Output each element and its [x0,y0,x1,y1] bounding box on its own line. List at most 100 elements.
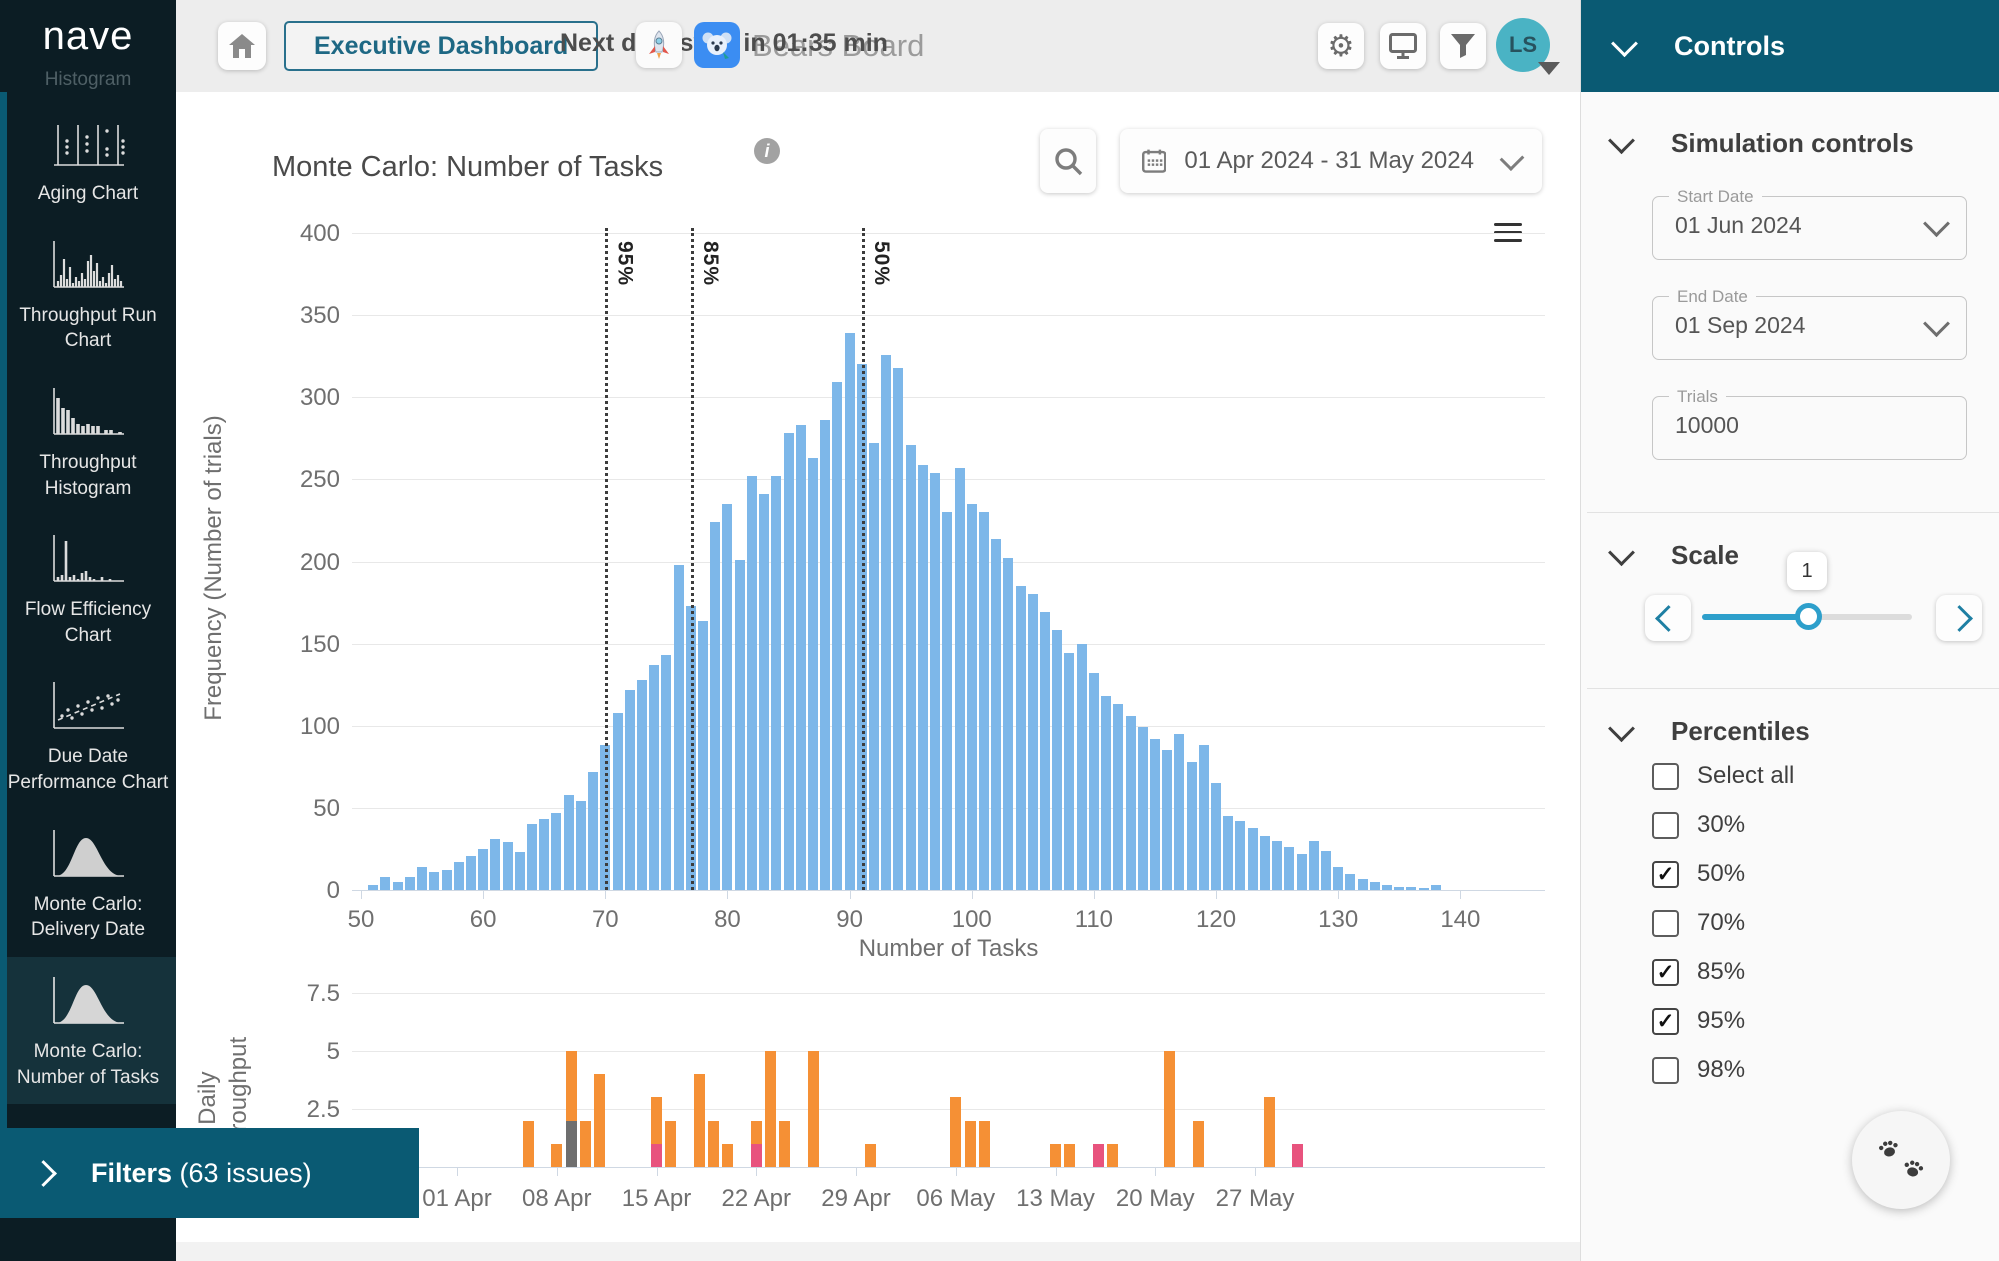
histogram-bar[interactable] [722,504,732,890]
histogram-bar[interactable] [979,512,989,890]
histogram-bar[interactable] [551,813,561,890]
throughput-bar-segment[interactable] [665,1121,676,1167]
throughput-bar-segment[interactable] [1264,1097,1275,1167]
histogram-bar[interactable] [967,504,977,890]
percentile-row-95[interactable]: ✓95% [1652,1007,1745,1035]
histogram-bar[interactable] [759,494,769,890]
throughput-bar-segment[interactable] [551,1144,562,1167]
throughput-bar-segment[interactable] [779,1121,790,1167]
checkbox-icon[interactable] [1652,1057,1679,1084]
sidebar-item-monte-carlo-number-of-tasks[interactable]: Monte Carlo: Number of Tasks [0,957,176,1104]
histogram-bar[interactable] [1016,586,1026,890]
histogram-bar[interactable] [466,856,476,890]
throughput-bar-segment[interactable] [566,1121,577,1167]
throughput-bar-segment[interactable] [865,1144,876,1167]
histogram-bar[interactable] [503,842,513,890]
executive-dashboard-button[interactable]: Executive Dashboard [284,21,598,71]
histogram-bar[interactable] [1406,887,1416,890]
histogram-bar[interactable] [1272,841,1282,890]
throughput-bar-segment[interactable] [1292,1144,1303,1167]
histogram-bar[interactable] [771,476,781,890]
histogram-bar[interactable] [649,665,659,890]
histogram-bar[interactable] [1199,745,1209,890]
throughput-bar-segment[interactable] [1107,1144,1118,1167]
percentile-row-30[interactable]: 30% [1652,811,1745,839]
throughput-bar-segment[interactable] [765,1051,776,1167]
checkbox-icon[interactable] [1652,910,1679,937]
throughput-bar-segment[interactable] [751,1121,762,1144]
histogram-bar[interactable] [1101,696,1111,890]
histogram-bar[interactable] [1040,612,1050,890]
histogram-bar[interactable] [613,713,623,890]
home-button[interactable] [218,22,266,70]
histogram-bar[interactable] [1309,841,1319,890]
histogram-bar[interactable] [405,877,415,890]
histogram-bar[interactable] [1052,630,1062,890]
histogram-bar[interactable] [1297,854,1307,890]
histogram-bar[interactable] [1284,847,1294,890]
histogram-bar[interactable] [1321,851,1331,890]
histogram-bar[interactable] [832,382,842,890]
controls-header[interactable]: Controls [1581,0,1999,92]
histogram-bar[interactable] [698,621,708,890]
histogram-bar[interactable] [588,772,598,890]
histogram-bar[interactable] [796,425,806,890]
percentile-row-70[interactable]: 70% [1652,909,1745,937]
histogram-bar[interactable] [1089,673,1099,890]
throughput-bar-segment[interactable] [523,1121,534,1167]
filter-button[interactable] [1440,23,1486,69]
sidebar-item-throughput-run-chart[interactable]: Throughput Run Chart [0,221,176,368]
histogram-bar[interactable] [674,565,684,890]
sidebar-item-partial[interactable]: Histogram [0,69,176,95]
histogram-bar[interactable] [637,680,647,890]
paw-fab-button[interactable] [1852,1111,1950,1209]
throughput-bar-segment[interactable] [694,1074,705,1167]
throughput-bar-segment[interactable] [1064,1144,1075,1167]
sidebar-item-throughput-histogram[interactable]: Throughput Histogram [0,368,176,515]
info-icon[interactable]: i [754,138,780,164]
scale-decrease-button[interactable] [1645,595,1691,641]
histogram-bar[interactable] [1187,762,1197,890]
scale-slider-thumb[interactable] [1795,603,1822,630]
trials-input[interactable]: Trials 10000 [1652,396,1967,460]
histogram-bar[interactable] [1345,874,1355,890]
display-button[interactable] [1380,23,1426,69]
throughput-bar-segment[interactable] [1050,1144,1061,1167]
histogram-bar[interactable] [661,655,671,890]
histogram-bar[interactable] [942,512,952,890]
histogram-bar[interactable] [454,862,464,890]
histogram-bar[interactable] [515,852,525,890]
throughput-bar-segment[interactable] [965,1121,976,1167]
histogram-bar[interactable] [808,458,818,890]
throughput-bar-segment[interactable] [751,1144,762,1167]
filters-bar[interactable]: Filters (63 issues) [0,1128,419,1218]
histogram-bar[interactable] [881,355,891,890]
histogram-bar[interactable] [893,368,903,890]
histogram-bar[interactable] [625,690,635,890]
sidebar-item-due-date-performance-chart[interactable]: Due Date Performance Chart [0,662,176,809]
histogram-bar[interactable] [1394,887,1404,890]
throughput-bar-segment[interactable] [651,1144,662,1167]
histogram-bar[interactable] [1235,821,1245,890]
checkbox-icon[interactable]: ✓ [1652,959,1679,986]
throughput-bar-segment[interactable] [1164,1051,1175,1167]
histogram-bar[interactable] [735,560,745,890]
histogram-bar[interactable] [1138,727,1148,890]
start-date-select[interactable]: Start Date 01 Jun 2024 [1652,196,1967,260]
histogram-bar[interactable] [442,870,452,890]
throughput-bar-segment[interactable] [950,1097,961,1167]
percentile-row-selectall[interactable]: Select all [1652,762,1794,790]
percentile-row-50[interactable]: ✓50% [1652,860,1745,888]
histogram-bar[interactable] [1211,783,1221,890]
throughput-bar-segment[interactable] [580,1121,591,1167]
throughput-bar-segment[interactable] [566,1051,577,1121]
checkbox-icon[interactable]: ✓ [1652,861,1679,888]
histogram-bar[interactable] [490,839,500,890]
histogram-bar[interactable] [1113,704,1123,890]
throughput-bar-segment[interactable] [594,1074,605,1167]
histogram-bar[interactable] [955,468,965,890]
sidebar-item-flow-efficiency-chart[interactable]: Flow Efficiency Chart [0,515,176,662]
histogram-bar[interactable] [429,872,439,890]
histogram-bar[interactable] [747,476,757,890]
histogram-bar[interactable] [1431,885,1441,890]
